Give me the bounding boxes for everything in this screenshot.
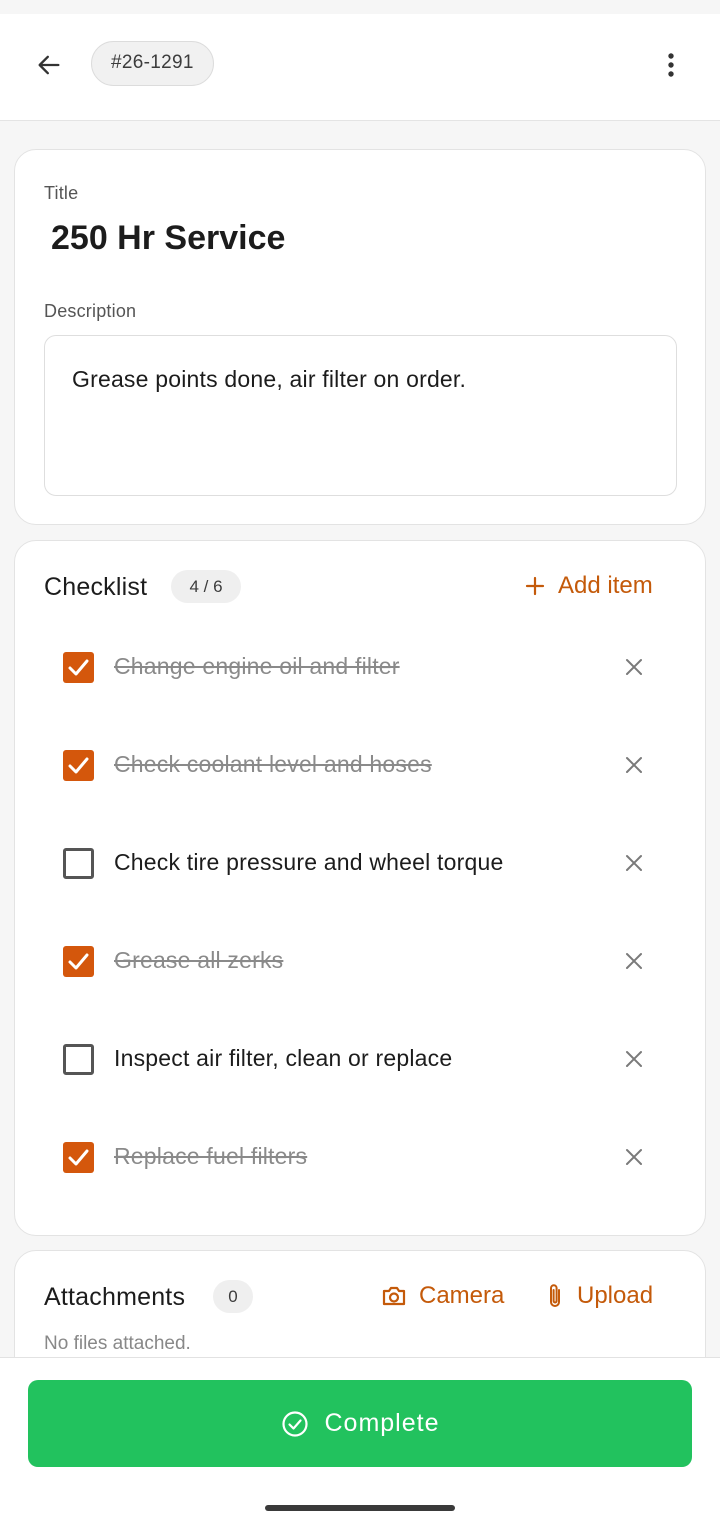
complete-button[interactable]: Complete — [28, 1380, 692, 1467]
checklist-item: Check coolant level and hoses — [15, 717, 705, 815]
more-vertical-icon — [668, 53, 674, 77]
remove-item-button[interactable] — [617, 846, 651, 880]
plus-icon — [525, 576, 545, 596]
camera-icon — [382, 1286, 406, 1306]
remove-item-button[interactable] — [617, 748, 651, 782]
check-icon — [68, 659, 89, 676]
checkbox-unchecked[interactable] — [63, 848, 94, 879]
close-icon — [626, 1051, 642, 1067]
checklist-heading: Checklist — [44, 573, 148, 601]
remove-item-button[interactable] — [617, 1042, 651, 1076]
title-field[interactable]: 250 Hr Service — [51, 219, 285, 258]
checklist-item-label: Inspect air filter, clean or replace — [114, 1045, 453, 1071]
checkbox-checked[interactable] — [63, 750, 94, 781]
more-options-button[interactable] — [652, 44, 690, 86]
description-text: Grease points done, air filter on order. — [72, 366, 467, 392]
arrow-left-icon — [38, 55, 60, 75]
checkbox-checked[interactable] — [63, 1142, 94, 1173]
checklist-item-label: Replace fuel filters — [114, 1143, 308, 1169]
camera-button[interactable]: Camera — [381, 1282, 504, 1310]
remove-item-button[interactable] — [617, 1140, 651, 1174]
remove-item-button[interactable] — [617, 944, 651, 978]
checklist-item: Inspect air filter, clean or replace — [15, 1011, 705, 1109]
complete-label: Complete — [324, 1409, 440, 1437]
checklist-item-label: Change engine oil and filter — [114, 653, 400, 679]
check-circle-icon — [281, 1410, 308, 1437]
close-icon — [626, 757, 642, 773]
back-button[interactable] — [26, 42, 72, 88]
add-item-button[interactable]: Add item — [524, 572, 653, 600]
checklist-item-label: Grease all zerks — [114, 947, 284, 973]
add-item-label: Add item — [558, 572, 653, 599]
upload-button[interactable]: Upload — [547, 1282, 653, 1310]
close-icon — [626, 953, 642, 969]
upload-label: Upload — [577, 1282, 654, 1309]
close-icon — [626, 1149, 642, 1165]
checklist-item: Grease all zerks — [15, 913, 705, 1011]
checkbox-checked[interactable] — [63, 946, 94, 977]
description-label: Description — [44, 301, 137, 321]
paperclip-icon — [550, 1284, 560, 1307]
ticket-id-chip[interactable]: #26-1291 — [91, 41, 214, 86]
checklist-item: Change engine oil and filter — [15, 619, 705, 717]
checklist-item-label: Check tire pressure and wheel torque — [114, 849, 504, 875]
checklist-item: Replace fuel filters — [15, 1109, 705, 1207]
close-icon — [626, 659, 642, 675]
app-bar: #26-1291 — [0, 14, 720, 121]
check-icon — [68, 757, 89, 774]
check-icon — [68, 953, 89, 970]
status-bar — [0, 0, 720, 14]
empty-attachments-text: No files attached. — [44, 1333, 191, 1354]
checklist-progress-badge: 4 / 6 — [171, 570, 241, 603]
remove-item-button[interactable] — [617, 650, 651, 684]
checkbox-unchecked[interactable] — [63, 1044, 94, 1075]
checkbox-checked[interactable] — [63, 652, 94, 683]
check-icon — [68, 1149, 89, 1166]
checklist-item-label: Check coolant level and hoses — [114, 751, 432, 777]
checklist-item: Check tire pressure and wheel torque — [15, 815, 705, 913]
checklist-card: Checklist 4 / 6 Add item Change engine o… — [14, 540, 706, 1236]
close-icon — [626, 855, 642, 871]
attachments-heading: Attachments — [44, 1283, 186, 1311]
details-card: Title 250 Hr Service Description Grease … — [14, 149, 706, 525]
home-indicator[interactable] — [265, 1505, 455, 1511]
camera-label: Camera — [419, 1282, 505, 1309]
title-label: Title — [44, 183, 79, 203]
attachments-count-badge: 0 — [213, 1280, 253, 1313]
description-field[interactable]: Grease points done, air filter on order. — [44, 335, 677, 496]
bottom-action-bar: Complete — [0, 1357, 720, 1529]
